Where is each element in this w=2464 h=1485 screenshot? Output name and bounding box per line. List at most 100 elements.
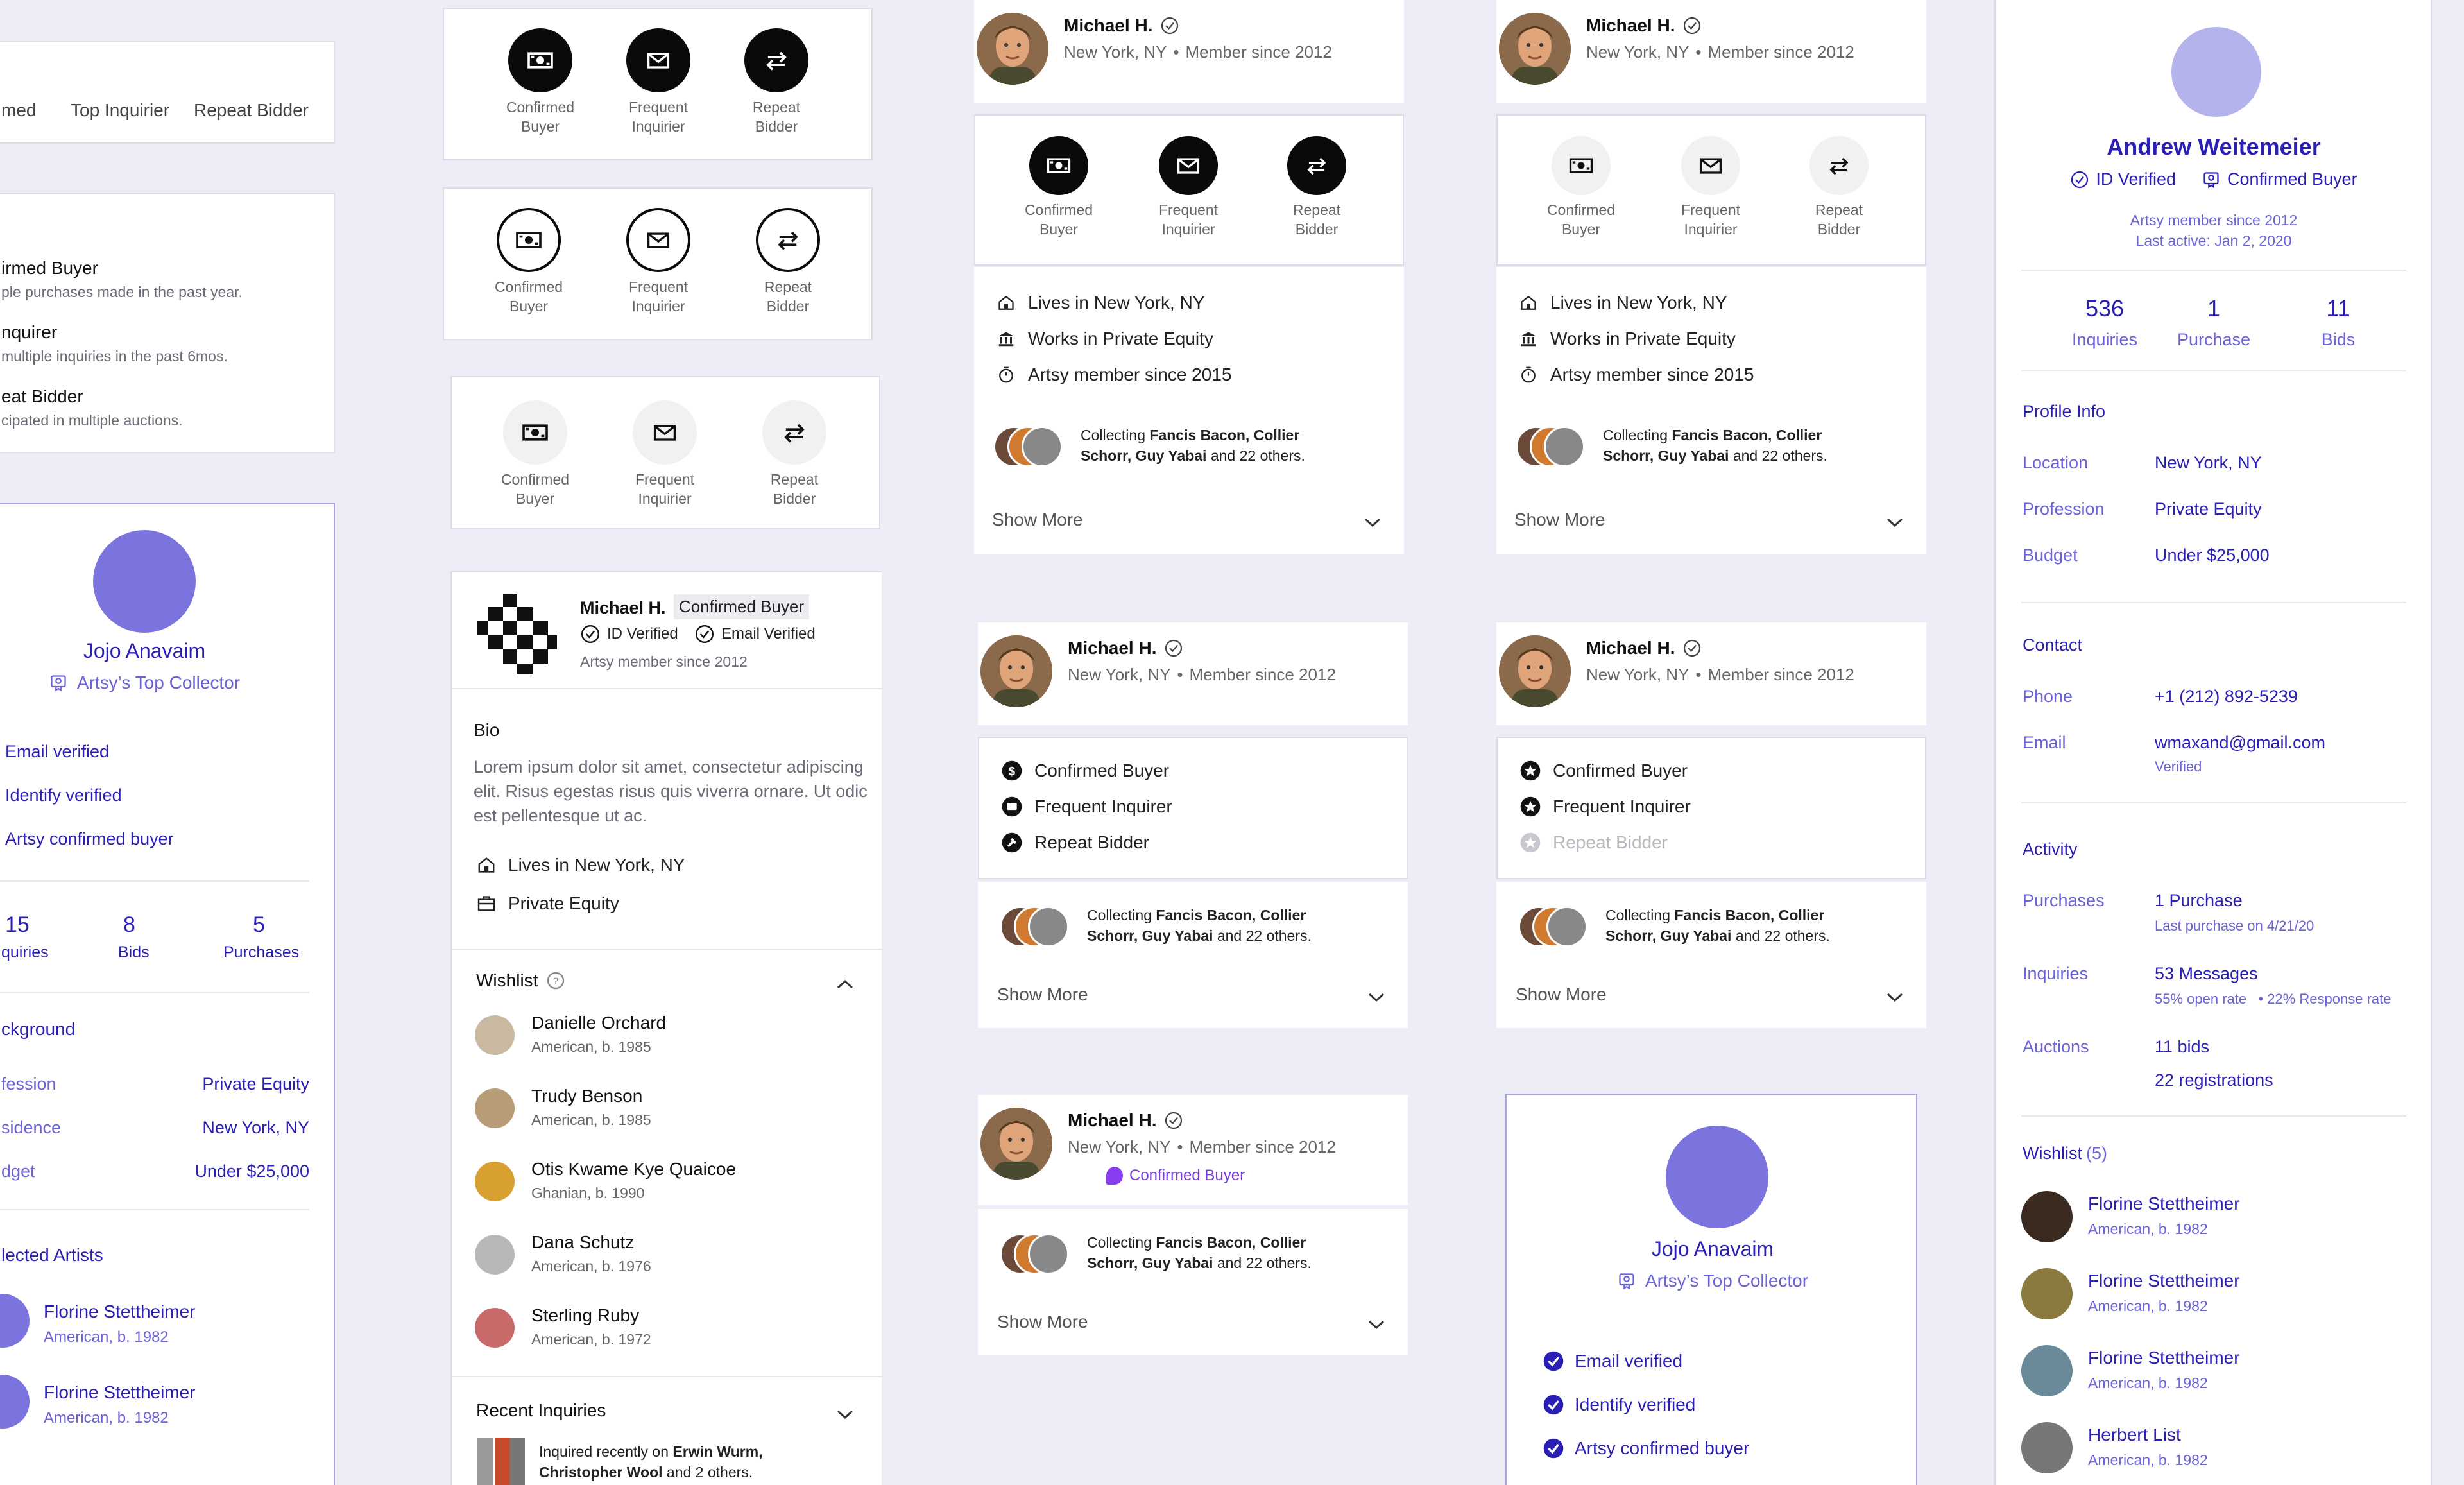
chevron-down-icon[interactable] [1367, 991, 1386, 1004]
tab-repeat-bidder[interactable]: Repeat Bidder [194, 100, 309, 121]
email-sub: Verified [2155, 759, 2202, 775]
collecting-text: Collecting Fancis Bacon, Collier Schorr, … [1603, 427, 1827, 464]
wishlist-artist-name[interactable]: Otis Kwame Kye Quaicoe [531, 1159, 736, 1180]
left-profile-card: Jojo Anavaim Artsy’s Top Collector Email… [0, 503, 335, 1485]
phone-val[interactable]: +1 (212) 892-5239 [2155, 687, 2298, 707]
show-more-button[interactable]: Show More [992, 510, 1083, 530]
artists-title: lected Artists [1, 1245, 103, 1265]
stat-bids-num: 11 [2326, 295, 2350, 322]
money-icon [503, 400, 567, 465]
chat-icon [1001, 796, 1023, 818]
badges-soft-card: Confirmed Buyer Frequent Inquirier Repeat B… [450, 376, 880, 529]
auctions-val-bids: 11 bids [2155, 1037, 2210, 1056]
user-name-text: Michael H. [1068, 638, 1157, 658]
wishlist-artist-sub: American, b. 1985 [531, 1038, 651, 1055]
home-icon [1519, 293, 1538, 313]
chevron-down-icon[interactable] [1885, 516, 1904, 529]
profile-title-text: Artsy’s Top Collector [76, 673, 241, 692]
award-icon [49, 673, 68, 692]
chevron-down-icon[interactable] [1363, 516, 1382, 529]
detail-row: Works in Private Equity [993, 329, 1213, 349]
show-more-button[interactable]: Show More [1516, 984, 1607, 1005]
purchases-val: 1 Purchase [2155, 891, 2243, 910]
stat-purchase-num: 1 [2207, 295, 2221, 322]
check-buyer: Artsy confirmed buyer [1543, 1438, 1749, 1459]
detail-row: Artsy member since 2015 [993, 365, 1231, 385]
wishlist-artist-sub: Ghanian, b. 1990 [531, 1185, 645, 1201]
artist-avatar [2021, 1191, 2073, 1242]
artist-name[interactable]: Florine Stettheimer [44, 1301, 196, 1322]
email-val[interactable]: wmaxand@gmail.com [2155, 733, 2325, 753]
artist-avatar [2021, 1422, 2073, 1473]
wishlist-artist-name[interactable]: Trudy Benson [531, 1086, 642, 1106]
wishlist-artist-name[interactable]: Florine Stettheimer [2088, 1348, 2240, 1368]
user-avatar [977, 13, 1048, 85]
wishlist-artist-name[interactable]: Dana Schutz [531, 1232, 634, 1253]
tab-confirmed[interactable]: med [1, 100, 36, 121]
show-more-button[interactable]: Show More [997, 984, 1088, 1005]
user-name: Michael H. [1068, 638, 1183, 658]
bg-budget-key: dget [1, 1162, 35, 1181]
recent-title[interactable]: Recent Inquiries [476, 1400, 606, 1421]
user-details-card: Lives in New York, NY Works in Private Eq… [1496, 267, 1926, 554]
artwork-thumb [1546, 906, 1587, 947]
artwork-thumb [1028, 906, 1069, 947]
badge-list-item: Frequent Inquirer [1001, 796, 1172, 818]
collector-thumbs [1516, 426, 1599, 471]
location-val: New York, NY [2155, 453, 2262, 472]
repeat-icon [1287, 136, 1346, 195]
desc-buyer-text: ple purchases made in the past year. [1, 284, 243, 300]
user-avatar [1499, 13, 1571, 85]
chevron-down-icon[interactable] [1885, 991, 1904, 1004]
user-name: Michael H. [1586, 638, 1702, 658]
bottom-profile-card: Jojo Anavaim Artsy’s Top Collector Email… [1505, 1094, 1917, 1485]
award-icon [1617, 1271, 1636, 1291]
bank-icon [1519, 329, 1538, 348]
profile-active: Last active: Jan 2, 2020 [2135, 232, 2292, 249]
recent-text: Inquired recently on Erwin Wurm, Christo… [539, 1443, 763, 1481]
briefcase-icon [476, 893, 497, 914]
mail-icon [626, 28, 690, 92]
inquiries-sub: 55% open rate • 22% Response rate [2155, 991, 2391, 1007]
show-more-button[interactable]: Show More [997, 1312, 1088, 1332]
artist-sub: American, b. 1982 [44, 1409, 169, 1427]
artwork-avatar [475, 1308, 515, 1348]
user-details-card: Lives in New York, NY Works in Private Eq… [974, 267, 1404, 554]
money-icon [1552, 136, 1611, 195]
wishlist-artist-name[interactable]: Danielle Orchard [531, 1013, 666, 1033]
home-icon [997, 293, 1016, 313]
detail-name: Michael H. [580, 598, 666, 617]
chevron-up-icon[interactable] [835, 978, 855, 991]
badge-label-inquirer: Frequent Inquirier [635, 471, 695, 507]
check-circle-icon [694, 624, 715, 644]
wishlist-artist-name[interactable]: Sterling Ruby [531, 1305, 639, 1326]
budget-val: Under $25,000 [2155, 545, 2270, 565]
badge-label-inquirer: Frequent Inquirier [628, 279, 689, 314]
collector-thumbs [1000, 906, 1083, 951]
wishlist-artist-name[interactable]: Florine Stettheimer [2088, 1271, 2240, 1291]
badge-label-bidder: Repeat Bidder [770, 471, 819, 507]
wishlist-artist-name[interactable]: Florine Stettheimer [2088, 1194, 2240, 1214]
money-icon [508, 28, 572, 92]
divider [0, 992, 309, 993]
detail-row: Lives in New York, NY [1516, 293, 1727, 313]
user-meta: New York, NY • Member since 2012 [1586, 42, 1854, 62]
divider [0, 880, 309, 882]
wishlist-artist-sub: American, b. 1982 [2088, 1375, 2208, 1391]
desc-bidder-title: eat Bidder [1, 386, 83, 406]
show-more-button[interactable]: Show More [1514, 510, 1605, 530]
chevron-down-icon[interactable] [835, 1408, 855, 1421]
chevron-down-icon[interactable] [1367, 1318, 1386, 1331]
detail-member: Artsy member since 2012 [580, 653, 748, 670]
badge-list-item: Confirmed Buyer [1001, 760, 1169, 782]
wishlist-artist-sub: American, b. 1976 [531, 1258, 651, 1275]
star-icon [1519, 760, 1541, 782]
wishlist-artist-name[interactable]: Herbert List [2088, 1425, 2181, 1445]
check-circle-icon [2070, 170, 2089, 189]
wishlist-header[interactable]: Wishlist [476, 970, 566, 991]
artist-name[interactable]: Florine Stettheimer [44, 1382, 196, 1403]
money-icon [497, 208, 561, 272]
repeat-icon [762, 400, 826, 465]
tab-top-inquirier[interactable]: Top Inquirier [71, 100, 169, 121]
inquiries-val: 53 Messages [2155, 964, 2258, 983]
